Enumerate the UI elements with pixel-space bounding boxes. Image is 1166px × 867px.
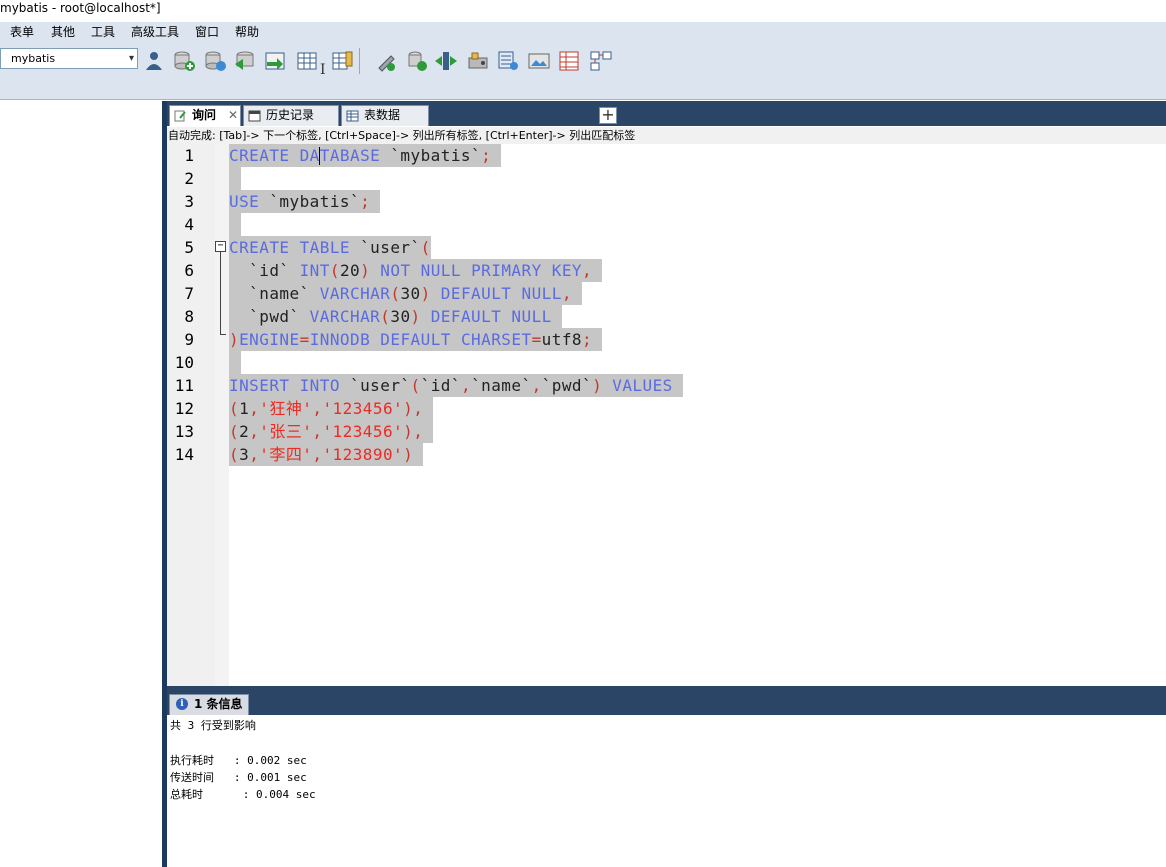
code-line: `pwd` VARCHAR(30) DEFAULT NULL [229,305,562,328]
tab-history-label: 历史记录 [266,108,315,122]
code-line-empty [229,167,241,190]
menu-item-form[interactable]: 表单 [10,24,34,40]
code-line-empty [229,351,241,374]
db-backup-icon[interactable] [405,50,429,72]
object-browser[interactable] [0,101,162,867]
server-icon[interactable] [466,50,490,72]
line-number: 7 [184,284,194,303]
message-line: 总耗时 : 0.004 sec [170,788,316,801]
tab-history[interactable]: 历史记录 [243,105,339,126]
fold-guide [220,252,221,334]
line-number-gutter: 1 2 3 4 5 6 7 8 9 10 11 12 13 14 [167,144,215,686]
autocomplete-hint: 自动完成: [Tab]-> 下一个标签, [Ctrl+Space]-> 列出所有… [167,127,1166,144]
line-number: 9 [184,330,194,349]
text-cursor-icon: I [320,62,326,78]
code-line: CREATE DATABASE `mybatis`; [229,144,502,167]
table-icon[interactable] [296,50,320,72]
tab-messages[interactable]: i 1 条信息 [169,694,249,715]
toolbar-separator [359,48,360,74]
menu-bar: 表单 其他 工具 高级工具 窗口 帮助 [0,22,1166,42]
chevron-down-icon[interactable]: ▾ [129,49,134,68]
grid-icon [346,110,359,122]
message-line: 传送时间 : 0.001 sec [170,771,307,784]
text-caret [319,147,320,165]
fold-toggle-icon[interactable]: − [215,241,226,252]
fold-margin [215,144,229,686]
table-edit-icon[interactable] [331,50,355,72]
sql-editor[interactable]: 1 2 3 4 5 6 7 8 9 10 11 12 13 14 − CREAT… [167,144,1166,686]
image-icon[interactable] [527,50,551,72]
code-line: USE `mybatis`; [229,190,381,213]
line-number: 8 [184,307,194,326]
db-add-icon[interactable] [172,50,196,72]
line-number: 12 [174,399,194,418]
code-line-empty [229,213,241,236]
toolbar: mybatis ▾ [0,42,1166,100]
fold-guide-end [220,334,226,335]
menu-item-advanced-tools[interactable]: 高级工具 [131,24,179,40]
designer-icon[interactable] [589,50,613,72]
database-select[interactable]: mybatis ▾ [0,48,138,69]
add-tab-button[interactable]: + [599,107,617,124]
code-line: `id` INT(20) NOT NULL PRIMARY KEY, [229,259,603,282]
code-line: CREATE TABLE `user`( [229,236,431,259]
line-number: 10 [174,353,194,372]
close-icon[interactable]: ✕ [228,106,238,125]
report-icon[interactable] [558,50,582,72]
line-number: 14 [174,445,194,464]
import-icon[interactable] [263,50,287,72]
line-number: 5 [184,238,194,257]
menu-item-help[interactable]: 帮助 [235,24,259,40]
schema-icon[interactable] [496,50,520,72]
calendar-icon [248,110,261,122]
messages-panel: 共 3 行受到影响 执行耗时 : 0.002 sec 传送时间 : 0.001 … [167,715,1166,867]
line-number: 2 [184,169,194,188]
line-number: 11 [174,376,194,395]
db-refresh-icon[interactable] [233,50,257,72]
code-line: (3,'李四','123890') [229,443,424,466]
tab-table-data[interactable]: 表数据 [341,105,429,126]
tab-messages-label: 1 条信息 [194,697,243,711]
code-line: (1,'狂神','123456'), [229,397,434,420]
line-number: 6 [184,261,194,280]
menu-item-other[interactable]: 其他 [51,24,75,40]
line-number: 13 [174,422,194,441]
window-title: mybatis - root@localhost*] [0,1,161,15]
code-line: INSERT INTO `user`(`id`,`name`,`pwd`) VA… [229,374,683,397]
message-line: 执行耗时 : 0.002 sec [170,754,307,767]
line-number: 4 [184,215,194,234]
tab-query[interactable]: 询问 ✕ [169,105,241,126]
info-icon: i [176,698,188,710]
code-line: (2,'张三','123456'), [229,420,434,443]
code-line: )ENGINE=INNODB DEFAULT CHARSET=utf8; [229,328,603,351]
message-line: 共 3 行受到影响 [170,719,256,732]
tab-query-label: 询问 [192,108,217,122]
title-bar: mybatis - root@localhost*] [0,0,1166,22]
user-icon[interactable] [142,50,166,72]
menu-item-window[interactable]: 窗口 [195,24,219,40]
db-copy-icon[interactable] [203,50,227,72]
query-icon [174,110,186,122]
line-number: 1 [184,146,194,165]
sync-icon[interactable] [434,50,458,72]
wrench-icon[interactable] [374,50,398,72]
message-tab-strip: i 1 条信息 [167,686,1166,715]
database-select-value: mybatis [11,52,56,65]
code-line: `name` VARCHAR(30) DEFAULT NULL, [229,282,583,305]
line-number: 3 [184,192,194,211]
tab-table-data-label: 表数据 [364,108,401,122]
editor-tab-strip: 询问 ✕ 历史记录 表数据 + [167,101,1166,126]
menu-item-tools[interactable]: 工具 [91,24,115,40]
